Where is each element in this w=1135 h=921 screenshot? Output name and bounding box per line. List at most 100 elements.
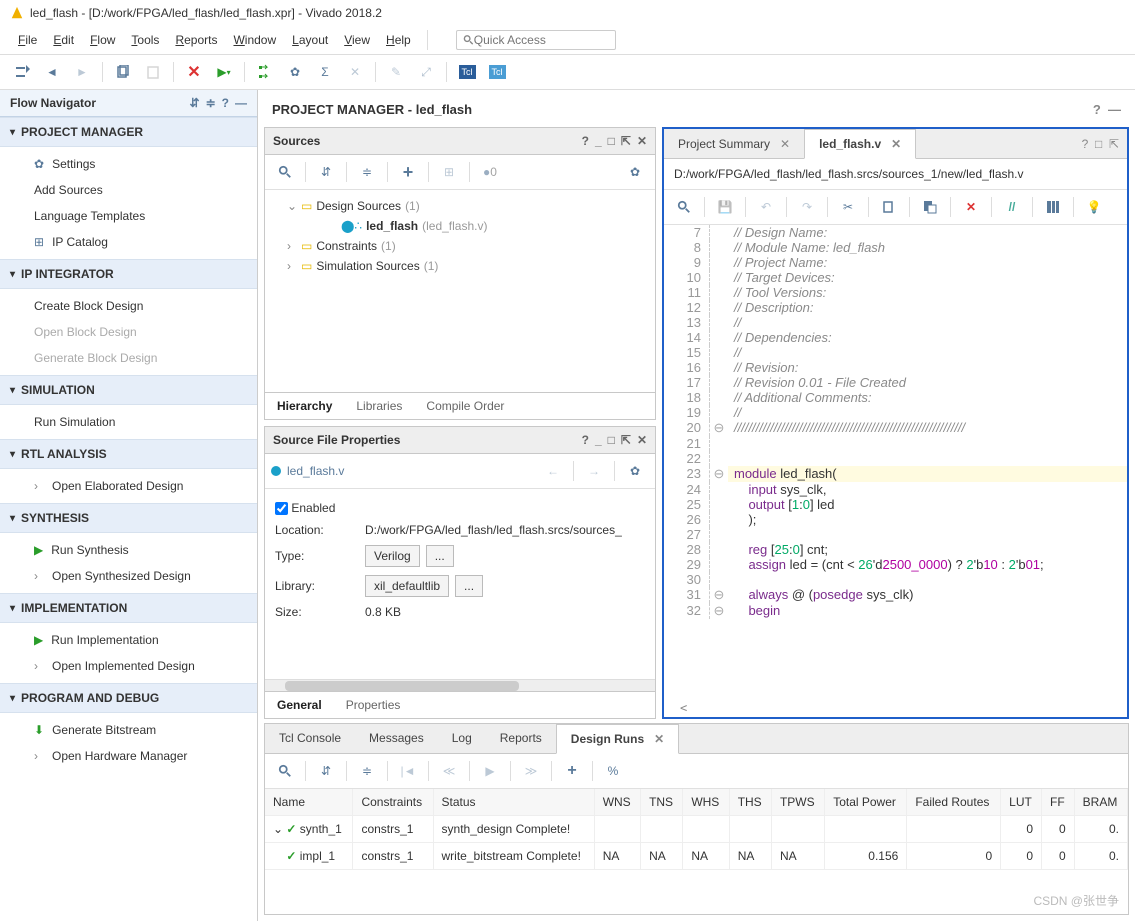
quick-access[interactable] [456,30,616,50]
nav-item[interactable]: ▶ Run Synthesis [0,537,257,563]
nav-item[interactable]: › Open Implemented Design [0,653,257,679]
scroll-left-icon[interactable]: < [664,699,1127,717]
paste-icon[interactable] [916,194,944,220]
minimize-icon[interactable]: _ [595,433,602,447]
enabled-checkbox[interactable] [275,502,288,515]
bulb-icon[interactable]: 💡 [1080,194,1108,220]
expand-icon[interactable]: ≑ [206,96,216,110]
percent-icon[interactable]: % [599,758,627,784]
comment-icon[interactable]: // [998,194,1026,220]
paste-icon[interactable] [139,59,167,85]
menu-view[interactable]: View [336,29,378,51]
run-icon[interactable]: ▶▾ [210,59,238,85]
columns-icon[interactable] [1039,194,1067,220]
menu-file[interactable]: File [10,29,45,51]
nav-section[interactable]: ▾ SYNTHESIS [0,503,257,533]
nav-section[interactable]: ▾ PROGRAM AND DEBUG [0,683,257,713]
nav-section[interactable]: ▾ SIMULATION [0,375,257,405]
code-editor[interactable]: 7// Design Name:8// Module Name: led_fla… [664,225,1127,699]
prev-icon[interactable]: ≪ [435,758,463,784]
nav-item[interactable]: Create Block Design [0,293,257,319]
nav-item[interactable]: Generate Block Design [0,345,257,371]
runs-tab[interactable]: Reports [486,724,556,753]
help-icon[interactable]: ? [582,433,589,447]
collapse-icon[interactable]: ⇵ [312,758,340,784]
tab-hierarchy[interactable]: Hierarchy [265,393,344,419]
tab-compile order[interactable]: Compile Order [414,393,516,419]
nav-section[interactable]: ▾ RTL ANALYSIS [0,439,257,469]
save-icon[interactable]: 💾 [711,194,739,220]
delete-icon[interactable]: ✕ [957,194,985,220]
search-icon[interactable] [670,194,698,220]
forward-icon[interactable]: ► [68,59,96,85]
nav-item[interactable]: Open Block Design [0,319,257,345]
add-icon[interactable]: + [394,159,422,185]
tab-general[interactable]: General [265,692,334,718]
menu-help[interactable]: Help [378,29,419,51]
hierarchy-icon[interactable]: ⊞ [435,159,463,185]
restore-icon[interactable]: □ [608,433,615,447]
tcl-dark-icon[interactable]: Tcl [453,59,481,85]
undo-icon[interactable]: ↶ [752,194,780,220]
clear-icon[interactable]: ✕ [341,59,369,85]
browse-button[interactable]: ... [426,545,454,567]
restore-icon[interactable]: □ [608,134,615,148]
collapse-all-icon[interactable]: ⇵ [312,159,340,185]
nav-item[interactable]: › Open Hardware Manager [0,743,257,769]
menu-reports[interactable]: Reports [167,29,225,51]
nav-section[interactable]: ▾ IP INTEGRATOR [0,259,257,289]
menu-flow[interactable]: Flow [82,29,123,51]
maximize-icon[interactable]: ⇱ [621,433,631,447]
prev-icon[interactable]: ← [539,458,567,484]
maximize-icon[interactable]: ⇱ [1109,137,1119,151]
tab-libraries[interactable]: Libraries [344,393,414,419]
tcl-light-icon[interactable]: Tcl [483,59,511,85]
sources-tree[interactable]: ⌄ ▭ Design Sources (1) ⬤∴ led_flash (led… [265,190,655,392]
help-icon[interactable]: ? [582,134,589,148]
gear-icon[interactable]: ✿ [621,159,649,185]
restore-icon[interactable]: □ [1095,137,1102,151]
close-icon[interactable]: ✕ [780,137,790,151]
table-row[interactable]: ⌄ ✓ synth_1constrs_1synth_design Complet… [265,816,1128,843]
tab-properties[interactable]: Properties [334,692,413,718]
expand-icon[interactable]: ≑ [353,758,381,784]
nav-item[interactable]: › Open Synthesized Design [0,563,257,589]
table-row[interactable]: ✓ impl_1constrs_1write_bitstream Complet… [265,843,1128,870]
menu-layout[interactable]: Layout [284,29,336,51]
nav-item[interactable]: ▶ Run Implementation [0,627,257,653]
quick-access-input[interactable] [474,33,609,47]
scrollbar[interactable] [265,679,655,691]
nav-item[interactable]: ✿ Settings [0,151,257,177]
tree-node[interactable]: › ▭ Constraints (1) [269,236,651,256]
add-icon[interactable]: + [558,758,586,784]
copy-icon[interactable] [875,194,903,220]
runs-tab[interactable]: Log [438,724,486,753]
browse-button[interactable]: ... [455,575,483,597]
redo-icon[interactable]: ↷ [793,194,821,220]
nav-item[interactable]: ⊞ IP Catalog [0,229,257,255]
close-icon[interactable]: ✕ [637,433,647,447]
cancel-icon[interactable]: ✕ [180,59,208,85]
minimize-icon[interactable]: _ [595,134,602,148]
close-icon[interactable]: — [235,96,247,110]
help-icon[interactable]: ? [1082,137,1089,151]
probe-icon[interactable]: ⤢ [412,59,440,85]
search-icon[interactable] [271,159,299,185]
step-icon[interactable] [251,59,279,85]
cut-icon[interactable]: ✂ [834,194,862,220]
library-value[interactable]: xil_defaultlib [365,575,449,597]
sigma-icon[interactable]: Σ [311,59,339,85]
new-icon[interactable] [8,59,36,85]
copy-icon[interactable] [109,59,137,85]
nav-item[interactable]: Language Templates [0,203,257,229]
close-icon[interactable]: — [1108,102,1121,117]
next-icon[interactable]: ≫ [517,758,545,784]
settings-icon[interactable]: ✿ [281,59,309,85]
nav-item[interactable]: › Open Elaborated Design [0,473,257,499]
brush-icon[interactable]: ✎ [382,59,410,85]
close-icon[interactable]: ✕ [637,134,647,148]
tree-node[interactable]: ⬤∴ led_flash (led_flash.v) [269,216,651,236]
expand-all-icon[interactable]: ≑ [353,159,381,185]
nav-section[interactable]: ▾ IMPLEMENTATION [0,593,257,623]
nav-item[interactable]: Run Simulation [0,409,257,435]
